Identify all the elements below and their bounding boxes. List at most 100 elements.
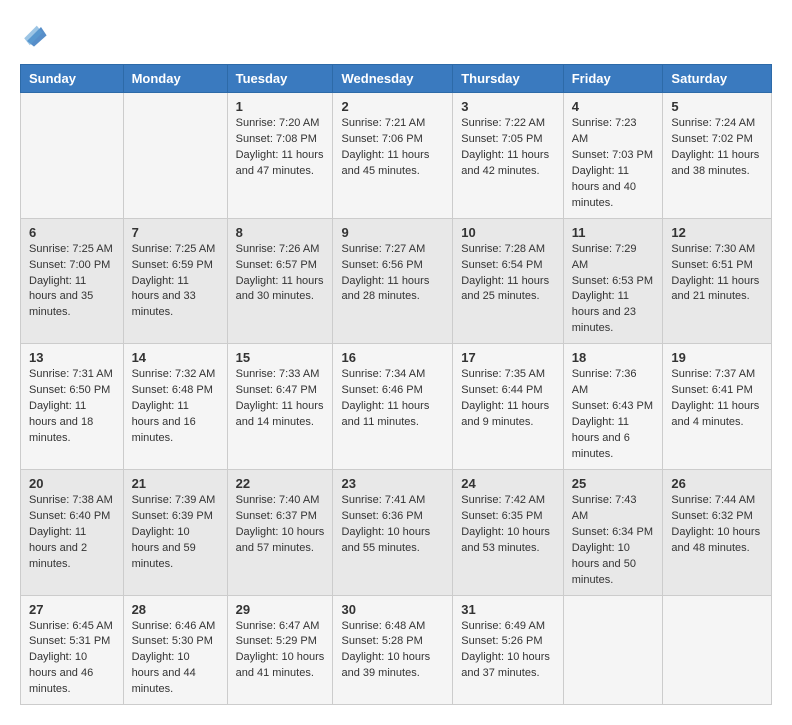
day-cell: 4 Sunrise: 7:23 AMSunset: 7:03 PMDaylight… [563,93,663,219]
column-header-thursday: Thursday [453,65,563,93]
week-row-2: 6 Sunrise: 7:25 AMSunset: 7:00 PMDaylight… [21,218,772,344]
column-header-saturday: Saturday [663,65,772,93]
day-cell: 3 Sunrise: 7:22 AMSunset: 7:05 PMDaylight… [453,93,563,219]
day-cell [123,93,227,219]
day-number: 14 [132,350,219,365]
day-number: 21 [132,476,219,491]
day-info: Sunrise: 7:43 AMSunset: 6:34 PMDaylight:… [572,493,655,589]
day-number: 30 [341,602,444,617]
day-number: 15 [236,350,325,365]
day-info: Sunrise: 7:39 AMSunset: 6:39 PMDaylight:… [132,493,219,573]
day-number: 1 [236,99,325,114]
day-cell: 30 Sunrise: 6:48 AMSunset: 5:28 PMDayligh… [333,595,453,705]
day-cell: 12 Sunrise: 7:30 AMSunset: 6:51 PMDayligh… [663,218,772,344]
day-info: Sunrise: 6:46 AMSunset: 5:30 PMDaylight:… [132,619,219,699]
column-header-monday: Monday [123,65,227,93]
day-info: Sunrise: 7:25 AMSunset: 7:00 PMDaylight:… [29,242,115,322]
day-number: 9 [341,225,444,240]
day-number: 19 [671,350,763,365]
calendar-table: SundayMondayTuesdayWednesdayThursdayFrid… [20,64,772,705]
day-number: 4 [572,99,655,114]
day-cell: 2Sunrise: 7:21 AMSunset: 7:06 PMDaylight… [333,93,453,219]
week-row-1: 1 Sunrise: 7:20 AMSunset: 7:08 PMDaylight… [21,93,772,219]
day-cell: 16 Sunrise: 7:34 AMSunset: 6:46 PMDayligh… [333,344,453,470]
day-info: Sunrise: 7:29 AMSunset: 6:53 PMDaylight:… [572,242,655,338]
day-number: 26 [671,476,763,491]
day-number: 20 [29,476,115,491]
day-cell: 18 Sunrise: 7:36 AMSunset: 6:43 PMDayligh… [563,344,663,470]
day-number: 29 [236,602,325,617]
day-number: 28 [132,602,219,617]
week-row-4: 20 Sunrise: 7:38 AMSunset: 6:40 PMDayligh… [21,469,772,595]
day-info: Sunrise: 7:21 AMSunset: 7:06 PMDaylight:… [341,116,444,180]
day-number: 5 [671,99,763,114]
logo [20,20,52,48]
day-info: Sunrise: 6:49 AMSunset: 5:26 PMDaylight:… [461,619,554,683]
week-row-5: 27 Sunrise: 6:45 AMSunset: 5:31 PMDayligh… [21,595,772,705]
day-number: 11 [572,225,655,240]
day-cell [21,93,124,219]
day-cell: 20 Sunrise: 7:38 AMSunset: 6:40 PMDayligh… [21,469,124,595]
day-info: Sunrise: 7:44 AMSunset: 6:32 PMDaylight:… [671,493,763,557]
logo-icon [20,20,48,48]
day-info: Sunrise: 7:23 AMSunset: 7:03 PMDaylight:… [572,116,655,212]
day-number: 17 [461,350,554,365]
day-info: Sunrise: 7:32 AMSunset: 6:48 PMDaylight:… [132,367,219,447]
day-info: Sunrise: 7:42 AMSunset: 6:35 PMDaylight:… [461,493,554,557]
day-cell: 22 Sunrise: 7:40 AMSunset: 6:37 PMDayligh… [227,469,333,595]
day-number: 12 [671,225,763,240]
day-number: 18 [572,350,655,365]
day-info: Sunrise: 7:37 AMSunset: 6:41 PMDaylight:… [671,367,763,431]
day-cell: 23Sunrise: 7:41 AMSunset: 6:36 PMDayligh… [333,469,453,595]
day-cell: 21 Sunrise: 7:39 AMSunset: 6:39 PMDayligh… [123,469,227,595]
day-cell: 11 Sunrise: 7:29 AMSunset: 6:53 PMDayligh… [563,218,663,344]
day-info: Sunrise: 7:35 AMSunset: 6:44 PMDaylight:… [461,367,554,431]
header [20,20,772,48]
day-info: Sunrise: 7:22 AMSunset: 7:05 PMDaylight:… [461,116,554,180]
day-cell: 15 Sunrise: 7:33 AMSunset: 6:47 PMDayligh… [227,344,333,470]
day-number: 8 [236,225,325,240]
day-info: Sunrise: 6:45 AMSunset: 5:31 PMDaylight:… [29,619,115,699]
day-info: Sunrise: 7:41 AMSunset: 6:36 PMDaylight:… [341,493,444,557]
day-number: 7 [132,225,219,240]
day-info: Sunrise: 7:24 AMSunset: 7:02 PMDaylight:… [671,116,763,180]
day-info: Sunrise: 7:40 AMSunset: 6:37 PMDaylight:… [236,493,325,557]
day-info: Sunrise: 7:31 AMSunset: 6:50 PMDaylight:… [29,367,115,447]
day-info: Sunrise: 6:47 AMSunset: 5:29 PMDaylight:… [236,619,325,683]
day-number: 31 [461,602,554,617]
day-cell [663,595,772,705]
day-cell: 7Sunrise: 7:25 AMSunset: 6:59 PMDaylight… [123,218,227,344]
day-info: Sunrise: 7:36 AMSunset: 6:43 PMDaylight:… [572,367,655,463]
day-cell: 8 Sunrise: 7:26 AMSunset: 6:57 PMDaylight… [227,218,333,344]
day-cell: 25Sunrise: 7:43 AMSunset: 6:34 PMDayligh… [563,469,663,595]
day-info: Sunrise: 6:48 AMSunset: 5:28 PMDaylight:… [341,619,444,683]
day-cell: 5 Sunrise: 7:24 AMSunset: 7:02 PMDaylight… [663,93,772,219]
day-info: Sunrise: 7:33 AMSunset: 6:47 PMDaylight:… [236,367,325,431]
day-info: Sunrise: 7:30 AMSunset: 6:51 PMDaylight:… [671,242,763,306]
day-cell: 27 Sunrise: 6:45 AMSunset: 5:31 PMDayligh… [21,595,124,705]
day-number: 6 [29,225,115,240]
day-number: 10 [461,225,554,240]
day-cell: 14 Sunrise: 7:32 AMSunset: 6:48 PMDayligh… [123,344,227,470]
day-cell: 13 Sunrise: 7:31 AMSunset: 6:50 PMDayligh… [21,344,124,470]
day-number: 3 [461,99,554,114]
day-number: 16 [341,350,444,365]
day-cell: 9 Sunrise: 7:27 AMSunset: 6:56 PMDaylight… [333,218,453,344]
day-info: Sunrise: 7:20 AMSunset: 7:08 PMDaylight:… [236,116,325,180]
day-number: 27 [29,602,115,617]
day-info: Sunrise: 7:38 AMSunset: 6:40 PMDaylight:… [29,493,115,573]
header-row: SundayMondayTuesdayWednesdayThursdayFrid… [21,65,772,93]
day-info: Sunrise: 7:26 AMSunset: 6:57 PMDaylight:… [236,242,325,306]
day-cell: 26 Sunrise: 7:44 AMSunset: 6:32 PMDayligh… [663,469,772,595]
day-cell: 17 Sunrise: 7:35 AMSunset: 6:44 PMDayligh… [453,344,563,470]
week-row-3: 13 Sunrise: 7:31 AMSunset: 6:50 PMDayligh… [21,344,772,470]
day-cell: 29 Sunrise: 6:47 AMSunset: 5:29 PMDayligh… [227,595,333,705]
day-number: 22 [236,476,325,491]
day-cell: 1 Sunrise: 7:20 AMSunset: 7:08 PMDaylight… [227,93,333,219]
day-number: 13 [29,350,115,365]
day-info: Sunrise: 7:27 AMSunset: 6:56 PMDaylight:… [341,242,444,306]
day-cell: 10Sunrise: 7:28 AMSunset: 6:54 PMDayligh… [453,218,563,344]
day-info: Sunrise: 7:34 AMSunset: 6:46 PMDaylight:… [341,367,444,431]
column-header-sunday: Sunday [21,65,124,93]
day-cell: 31 Sunrise: 6:49 AMSunset: 5:26 PMDayligh… [453,595,563,705]
